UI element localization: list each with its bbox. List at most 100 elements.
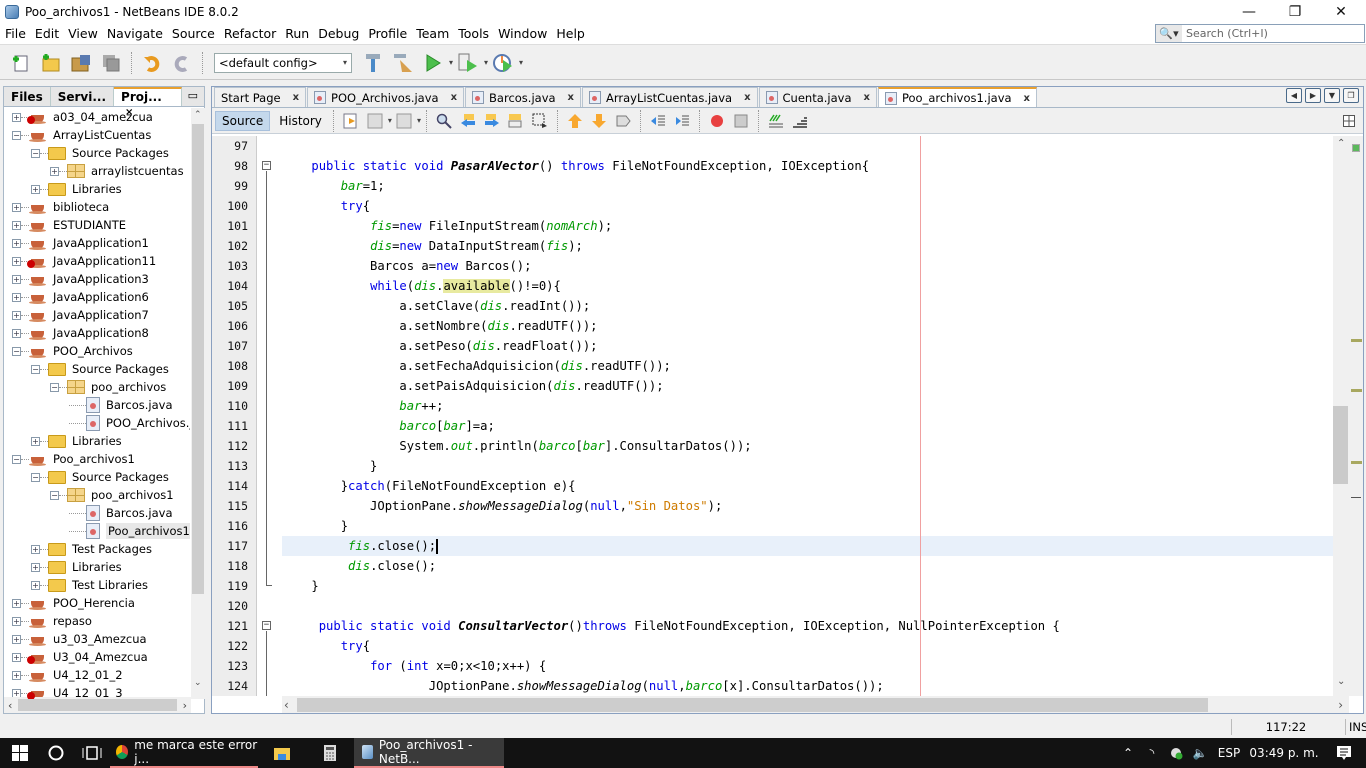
tree-node[interactable]: + JavaApplication1 — [4, 234, 190, 252]
expand-icon[interactable]: + — [12, 598, 21, 608]
code-line[interactable]: 106 a.setNombre(dis.readUTF()); — [212, 316, 1333, 336]
tree-node[interactable]: + repaso — [4, 612, 190, 630]
code-line[interactable]: 108 a.setFechaAdquisicion(dis.readUTF())… — [212, 356, 1333, 376]
code-line[interactable]: 122 try{ — [212, 636, 1333, 656]
toggle-highlight-icon[interactable] — [506, 111, 526, 131]
task-view-icon[interactable] — [74, 738, 110, 768]
editor-tab[interactable]: Poo_archivos1.java x — [877, 87, 1037, 107]
menu-debug[interactable]: Debug — [314, 26, 363, 41]
warning-mark[interactable] — [1351, 389, 1362, 392]
code-line[interactable]: 101 fis=new FileInputStream(nomArch); — [212, 216, 1333, 236]
editor-tab[interactable]: POO_Archivos.java x — [307, 87, 465, 107]
toggle-bookmark-icon[interactable] — [613, 111, 633, 131]
close-tab-icon[interactable]: x — [744, 92, 750, 103]
clock[interactable]: 03:49 p. m. — [1246, 738, 1322, 768]
clean-build-icon[interactable] — [390, 50, 416, 76]
code-line[interactable]: 99 bar=1; — [212, 176, 1333, 196]
open-project-icon[interactable] — [68, 50, 94, 76]
tree-hscroll-thumb[interactable] — [18, 699, 177, 711]
menu-source[interactable]: Source — [168, 26, 219, 41]
code-line[interactable]: 100 try{ — [212, 196, 1333, 216]
file-explorer-icon[interactable] — [258, 738, 306, 768]
expand-icon[interactable]: + — [12, 292, 21, 302]
tree-node[interactable]: + biblioteca — [4, 198, 190, 216]
expand-icon[interactable]: + — [12, 220, 21, 230]
shift-right-icon[interactable] — [672, 111, 692, 131]
code-line[interactable]: 112 System.out.println(barco[bar].Consul… — [212, 436, 1333, 456]
tree-node[interactable]: + a03_04_amezcua — [4, 108, 190, 126]
expand-icon[interactable]: + — [12, 328, 21, 338]
close-tab-icon[interactable]: x — [293, 92, 299, 103]
tab-scroll-right-icon[interactable]: ▶ — [1305, 88, 1321, 103]
volume-icon[interactable]: 🔈 — [1188, 738, 1212, 768]
menu-window[interactable]: Window — [494, 26, 551, 41]
tree-node[interactable]: + Libraries — [4, 180, 190, 198]
scroll-left-icon[interactable]: ‹ — [8, 699, 12, 712]
close-tab-icon[interactable]: x — [1024, 93, 1030, 104]
menu-run[interactable]: Run — [281, 26, 313, 41]
collapse-icon[interactable]: − — [50, 382, 59, 392]
build-hammer-icon[interactable] — [360, 50, 386, 76]
stop-macro-icon[interactable] — [731, 111, 751, 131]
editor-tab[interactable]: Barcos.java x — [465, 87, 581, 107]
menu-file[interactable]: File — [1, 26, 30, 41]
minimize-panel-icon[interactable]: ▭ — [182, 87, 204, 106]
tree-node[interactable]: Poo_archivos1.java — [4, 522, 190, 540]
expand-icon[interactable]: + — [12, 634, 21, 644]
menu-edit[interactable]: Edit — [31, 26, 63, 41]
code-line[interactable]: 109 a.setPaisAdquisicion(dis.readUTF()); — [212, 376, 1333, 396]
fold-collapse-icon[interactable]: − — [262, 161, 271, 170]
tab-scroll-left-icon[interactable]: ◀ — [1286, 88, 1302, 103]
sync-status-icon[interactable] — [1164, 738, 1188, 768]
tree-node[interactable]: + arraylistcuentas — [4, 162, 190, 180]
code-line[interactable]: 105 a.setClave(dis.readInt()); — [212, 296, 1333, 316]
prev-bookmark-icon[interactable] — [565, 111, 585, 131]
expand-icon[interactable]: + — [31, 184, 40, 194]
expand-icon[interactable]: + — [31, 562, 40, 572]
editor-scroll-thumb[interactable] — [1333, 406, 1348, 484]
tree-node[interactable]: + Test Libraries — [4, 576, 190, 594]
new-file-icon[interactable] — [8, 50, 34, 76]
tree-node[interactable]: + JavaApplication6 — [4, 288, 190, 306]
scroll-up-icon[interactable]: ⌃ — [1337, 138, 1345, 149]
code-line[interactable]: 103 Barcos a=new Barcos(); — [212, 256, 1333, 276]
editor-vertical-scrollbar[interactable]: ⌃ ⌄ — [1333, 136, 1349, 696]
show-hidden-icons[interactable]: ⌃ — [1116, 738, 1140, 768]
run-dropdown-icon[interactable]: ▾ — [449, 58, 453, 67]
code-line[interactable]: 104 while(dis.available()!=0){ — [212, 276, 1333, 296]
code-line[interactable]: 119 } — [212, 576, 1333, 596]
tree-vertical-scrollbar[interactable]: ⌃ ⌄ — [191, 108, 205, 699]
tree-node[interactable]: + POO_Herencia — [4, 594, 190, 612]
expand-icon[interactable]: + — [12, 274, 21, 284]
menu-tools[interactable]: Tools — [454, 26, 493, 41]
uncomment-icon[interactable] — [790, 111, 810, 131]
taskbar-chrome[interactable]: me marca este error j... — [110, 738, 258, 768]
search-box[interactable]: 🔍▾ Search (Ctrl+I) — [1155, 24, 1365, 43]
menu-help[interactable]: Help — [552, 26, 589, 41]
new-project-icon[interactable] — [38, 50, 64, 76]
collapse-icon[interactable]: − — [31, 148, 40, 158]
menu-refactor[interactable]: Refactor — [220, 26, 280, 41]
scroll-right-icon[interactable]: › — [183, 699, 187, 712]
magnifier-icon[interactable]: 🔍▾ — [1156, 25, 1182, 42]
editor-tab[interactable]: Start Page x — [214, 87, 307, 107]
tree-node[interactable]: + Libraries — [4, 432, 190, 450]
tree-node[interactable]: + JavaApplication11 — [4, 252, 190, 270]
code-line[interactable]: 121 public static void ConsultarVector()… — [212, 616, 1333, 636]
expand-icon[interactable]: + — [12, 670, 21, 680]
tab-list-dropdown-icon[interactable]: ▼ — [1324, 88, 1340, 103]
shift-left-icon[interactable] — [648, 111, 668, 131]
run-icon[interactable] — [420, 50, 446, 76]
split-editor-icon[interactable] — [1339, 111, 1359, 131]
tab-files[interactable]: Files — [4, 87, 51, 106]
tree-node[interactable]: + Test Packages — [4, 540, 190, 558]
code-line[interactable]: 120 — [212, 596, 1333, 616]
wifi-icon[interactable]: ◝ — [1140, 738, 1164, 768]
next-bookmark-icon[interactable] — [589, 111, 609, 131]
tree-node[interactable]: + JavaApplication8 — [4, 324, 190, 342]
minimize-button[interactable]: — — [1226, 0, 1272, 23]
code-line[interactable]: 107 a.setPeso(dis.readFloat()); — [212, 336, 1333, 356]
last-edit-icon[interactable] — [341, 111, 361, 131]
expand-icon[interactable]: + — [12, 238, 21, 248]
menu-profile[interactable]: Profile — [364, 26, 411, 41]
